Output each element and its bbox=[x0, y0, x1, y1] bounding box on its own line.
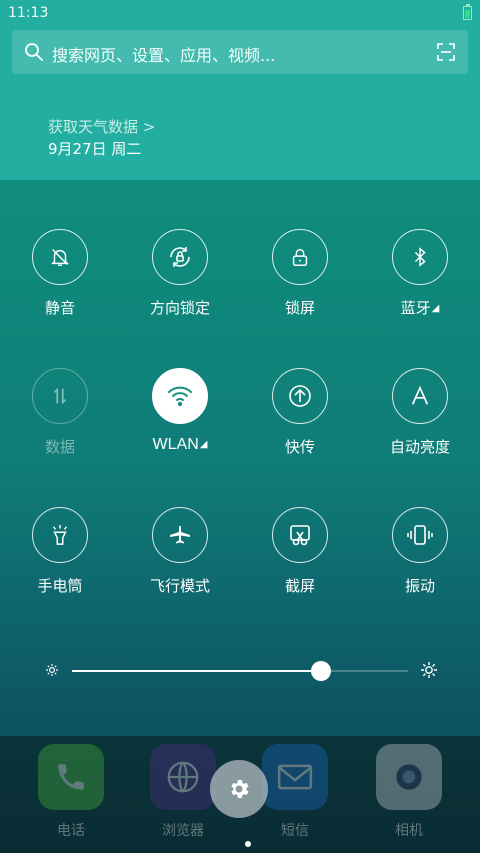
toggle-auto-brightness[interactable]: 自动亮度 bbox=[366, 368, 476, 478]
page-indicator bbox=[245, 841, 251, 847]
app-label: 浏览器 bbox=[162, 823, 204, 839]
weather-link[interactable]: 获取天气数据 > bbox=[48, 116, 155, 137]
wifi-icon bbox=[168, 386, 192, 407]
brightness-slider[interactable] bbox=[40, 658, 440, 684]
search-icon bbox=[25, 43, 43, 61]
toggle-wlan[interactable]: WLAN◢ bbox=[126, 368, 236, 478]
screenshot-icon bbox=[290, 525, 310, 546]
brightness-high-icon bbox=[421, 662, 437, 678]
camera-icon bbox=[376, 744, 442, 810]
rotation-lock-icon bbox=[170, 247, 190, 267]
more-options-icon[interactable]: ◢ bbox=[200, 439, 208, 450]
airplane-icon bbox=[170, 525, 190, 544]
more-options-icon[interactable]: ◢ bbox=[432, 303, 440, 314]
search-bar[interactable]: 搜索网页、设置、应用、视频... bbox=[12, 30, 468, 74]
browser-icon bbox=[150, 744, 216, 810]
app-label: 短信 bbox=[281, 823, 309, 839]
status-bar: 11:13 bbox=[0, 0, 480, 28]
toggle-label: 自动亮度 bbox=[389, 438, 450, 456]
toggle-screenshot[interactable]: 截屏 bbox=[246, 507, 356, 617]
dock-app-camera[interactable]: 相机 bbox=[373, 744, 445, 840]
scan-icon[interactable] bbox=[436, 42, 456, 62]
toggle-label: 飞行模式 bbox=[149, 577, 210, 595]
toggle-label: 蓝牙◢ bbox=[400, 299, 440, 317]
gear-icon bbox=[231, 780, 249, 798]
toggle-label: 截屏 bbox=[284, 577, 315, 595]
app-label: 相机 bbox=[395, 823, 423, 839]
toggle-rotation-lock[interactable]: 方向锁定 bbox=[126, 229, 236, 339]
toggle-label: 数据 bbox=[44, 438, 75, 456]
toggle-bluetooth[interactable]: 蓝牙◢ bbox=[366, 229, 476, 339]
dock-app-messages[interactable]: 短信 bbox=[259, 744, 331, 840]
app-label: 电话 bbox=[57, 823, 85, 839]
brightness-track[interactable] bbox=[72, 661, 408, 681]
quick-transfer-icon bbox=[289, 385, 311, 407]
toggle-airplane[interactable]: 飞行模式 bbox=[126, 507, 236, 617]
toggle-vibrate[interactable]: 振动 bbox=[366, 507, 476, 617]
vibrate-icon bbox=[407, 525, 433, 545]
phone-icon bbox=[38, 744, 104, 810]
toggle-label: WLAN◢ bbox=[152, 436, 208, 453]
bluetooth-icon bbox=[414, 247, 426, 267]
toggle-label: 锁屏 bbox=[284, 299, 315, 317]
toggle-mobile-data[interactable]: 数据 bbox=[6, 368, 116, 478]
toggle-mute[interactable]: 静音 bbox=[6, 229, 116, 339]
message-icon bbox=[262, 744, 328, 810]
dock-app-browser[interactable]: 浏览器 bbox=[147, 744, 219, 840]
brightness-thumb[interactable] bbox=[310, 661, 331, 681]
auto-brightness-icon bbox=[411, 385, 429, 405]
status-time: 11:13 bbox=[8, 5, 49, 21]
search-placeholder: 搜索网页、设置、应用、视频... bbox=[52, 46, 276, 65]
toggle-label: 振动 bbox=[404, 577, 435, 595]
toggle-lock-screen[interactable]: 锁屏 bbox=[246, 229, 356, 339]
date-text: 9月27日 周二 bbox=[48, 140, 142, 158]
settings-button[interactable] bbox=[210, 760, 268, 818]
mute-bell-icon bbox=[50, 249, 70, 266]
battery-icon bbox=[463, 4, 472, 20]
toggle-label: 快传 bbox=[284, 438, 315, 456]
lock-icon bbox=[292, 248, 308, 266]
toggle-label: 手电筒 bbox=[37, 577, 83, 595]
toggle-label: 静音 bbox=[44, 299, 75, 317]
toggle-quick-transfer[interactable]: 快传 bbox=[246, 368, 356, 478]
flashlight-icon bbox=[52, 524, 68, 545]
brightness-fill bbox=[72, 670, 321, 672]
mobile-data-icon bbox=[53, 387, 67, 405]
brightness-low-icon bbox=[46, 664, 58, 676]
toggle-label: 方向锁定 bbox=[149, 299, 210, 317]
toggle-flashlight[interactable]: 手电筒 bbox=[6, 507, 116, 617]
dock-app-phone[interactable]: 电话 bbox=[35, 744, 107, 840]
